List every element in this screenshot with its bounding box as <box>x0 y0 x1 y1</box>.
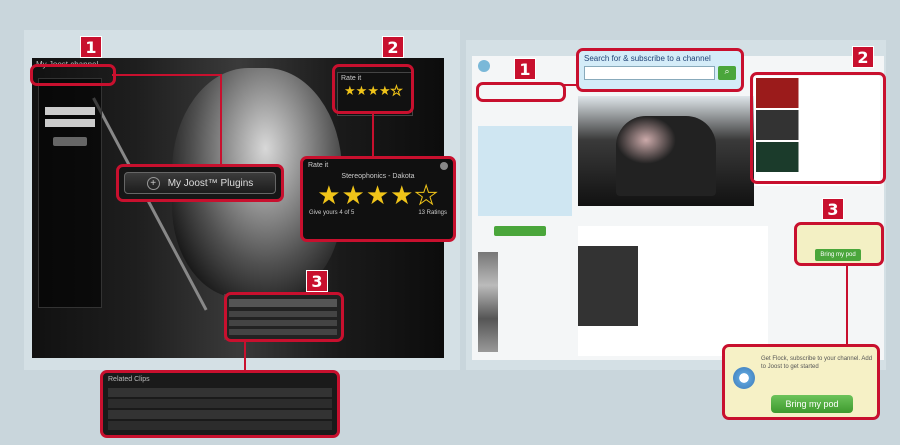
related-list-callout: Related Clips <box>100 370 340 438</box>
connector-3-left <box>244 342 246 372</box>
plugins-button-label: My Joost™ Plugins <box>167 177 254 189</box>
badge-2-right: 2 <box>852 46 874 68</box>
rating-footer-left: Give yours 4 of 5 <box>309 210 355 216</box>
badge-3-left: 3 <box>306 270 328 292</box>
rating-panel-title: Rate it <box>308 162 329 169</box>
connector-1-left <box>112 74 222 76</box>
close-icon[interactable] <box>440 162 448 170</box>
sidebar-panel <box>38 78 102 308</box>
install-text: Get Flock, subscribe to your channel. Ad… <box>761 356 873 370</box>
green-button-left[interactable] <box>494 226 546 236</box>
list-item[interactable] <box>108 410 332 419</box>
search-label: Search for & subscribe to a channel <box>584 54 711 63</box>
callout-thumb-list <box>750 72 886 184</box>
badge-1-right: 1 <box>514 58 536 80</box>
badge-1-left: 1 <box>80 36 102 58</box>
plus-icon: + <box>146 176 160 190</box>
connector-3-right <box>846 266 848 344</box>
callout-related-list <box>224 292 344 342</box>
connector-2-left <box>372 114 374 158</box>
callout-small-rating <box>332 64 414 114</box>
left-nav <box>478 126 572 216</box>
install-button[interactable]: Bring my pod <box>771 395 853 413</box>
password-field[interactable] <box>45 119 95 127</box>
left-thumbs <box>478 252 498 352</box>
install-app-icon <box>733 367 755 389</box>
search-callout: Search for & subscribe to a channel ⌕ <box>576 48 744 92</box>
plugins-button-callout: + My Joost™ Plugins <box>116 164 284 202</box>
big-stars[interactable]: ★★★★★ <box>303 180 453 211</box>
login-button[interactable] <box>53 137 87 146</box>
badge-2-left: 2 <box>382 36 404 58</box>
dark-popup <box>578 246 638 326</box>
install-callout: Get Flock, subscribe to your channel. Ad… <box>722 344 880 420</box>
rating-panel-sub: Stereophonics - Dakota <box>341 173 415 180</box>
related-list-header: Related Clips <box>108 376 150 383</box>
callout-small-search <box>476 82 566 102</box>
plugins-button[interactable]: + My Joost™ Plugins <box>124 172 276 194</box>
video-frame[interactable] <box>578 96 754 206</box>
rating-panel-callout: Rate it Stereophonics - Dakota ★★★★★ Giv… <box>300 156 456 242</box>
callout-top-left-label <box>30 64 116 86</box>
logo-icon <box>478 60 490 72</box>
search-icon[interactable]: ⌕ <box>718 66 736 80</box>
rating-footer-right: 13 Ratings <box>418 210 447 216</box>
callout-small-install: Bring my pod <box>794 222 884 266</box>
connector-1-left-v <box>220 74 222 166</box>
badge-3-right: 3 <box>822 198 844 220</box>
search-input[interactable] <box>584 66 715 80</box>
video-people <box>616 116 716 196</box>
login-field[interactable] <box>45 107 95 115</box>
list-item[interactable] <box>108 388 332 397</box>
list-item[interactable] <box>108 421 332 430</box>
small-install-button[interactable]: Bring my pod <box>815 249 861 261</box>
list-item[interactable] <box>108 399 332 408</box>
